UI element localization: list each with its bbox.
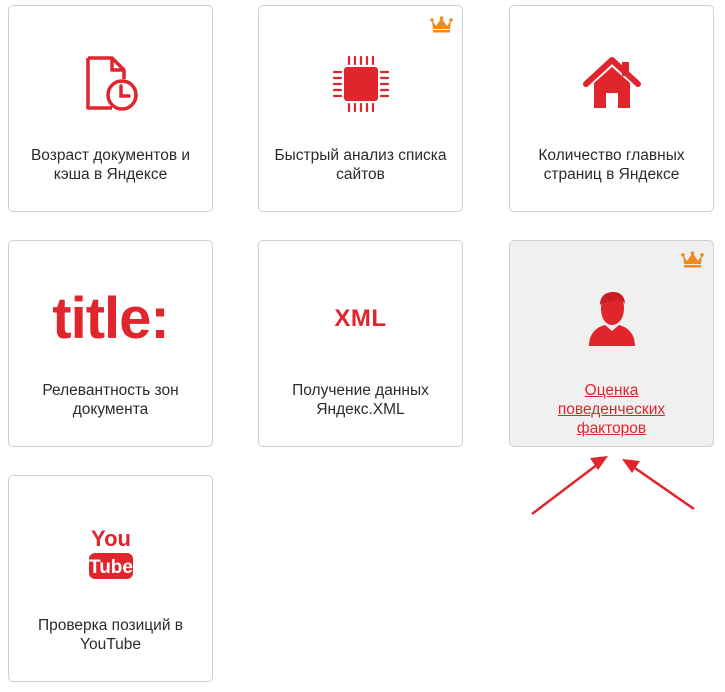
document-clock-icon <box>9 52 212 116</box>
crown-icon <box>430 16 453 33</box>
tile-youtube-positions[interactable]: You Tube Проверка позиций в YouTube <box>8 475 213 682</box>
tile-behavioral-factors[interactable]: Оценка поведенческих факторов <box>509 240 714 447</box>
home-icon <box>510 52 713 116</box>
tile-label-link[interactable]: Оценка поведенческих факторов <box>545 381 678 438</box>
tile-yandex-xml[interactable]: XML Получение данных Яндекс.XML <box>258 240 463 447</box>
tile-document-age[interactable]: Возраст документов и кэша в Яндексе <box>8 5 213 212</box>
arrow-right <box>622 459 695 511</box>
tile-label: Проверка позиций в YouTube <box>37 617 184 653</box>
tile-home-pages[interactable]: Количество главных страниц в Яндексе <box>509 5 714 212</box>
chip-icon <box>259 52 462 116</box>
tile-zone-relevance[interactable]: title: Релевантность зон документа <box>8 240 213 447</box>
tile-label: Быстрый анализ списка сайтов <box>274 147 447 183</box>
tools-grid: Возраст документов и кэша в Яндексе Быст… <box>0 0 725 692</box>
arrow-left <box>531 456 608 515</box>
tile-label: Количество главных страниц в Яндексе <box>538 147 685 183</box>
tile-quick-analysis[interactable]: Быстрый анализ списка сайтов <box>258 5 463 212</box>
tile-label: Возраст документов и кэша в Яндексе <box>30 147 191 183</box>
xml-text-icon: XML <box>334 305 387 332</box>
title-text-icon: title: <box>52 286 169 351</box>
youtube-icon: You Tube <box>9 522 212 586</box>
tile-label: Получение данных Яндекс.XML <box>292 382 429 418</box>
svg-text:You: You <box>91 526 131 551</box>
svg-text:Tube: Tube <box>89 557 133 578</box>
user-icon <box>510 287 713 351</box>
crown-icon <box>681 251 704 268</box>
tile-label: Релевантность зон документа <box>42 382 179 418</box>
